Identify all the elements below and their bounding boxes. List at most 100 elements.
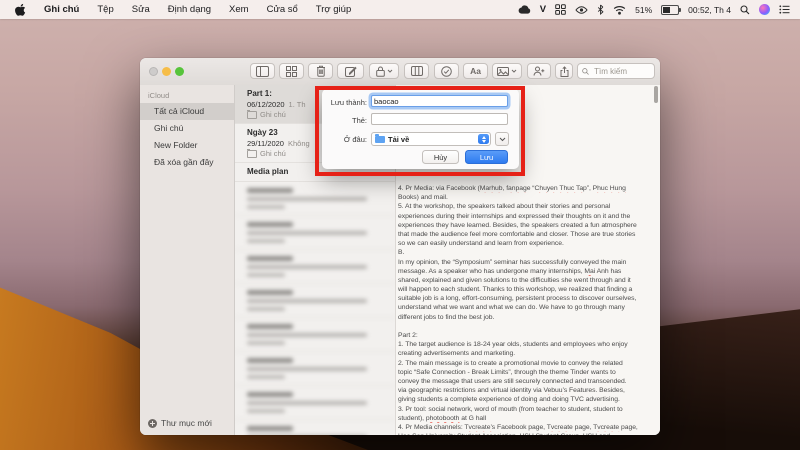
add-person-icon [533,66,545,76]
gallery-view-button[interactable] [279,63,304,79]
note-list-item-blurred[interactable] [235,250,395,284]
note-text-line: that made the audience feel more comfort… [398,230,656,239]
menu-item-4[interactable]: Xem [220,4,258,15]
media-button[interactable] [492,63,522,79]
note-text-line [398,322,656,331]
sidebar-item-1[interactable]: Ghi chú [140,120,234,137]
note-date: 29/11/2020 [247,139,284,148]
notification-center-icon[interactable] [779,5,790,14]
redacted-text [247,409,285,413]
note-text-line: 4. Pr Media channels: Tvcreate’s Faceboo… [398,423,656,432]
spotlight-icon[interactable] [740,5,750,15]
save-button[interactable]: Lưu [465,150,508,164]
trash-icon [316,65,326,77]
note-list-item-blurred[interactable] [235,318,395,352]
chevron-down-icon [387,69,393,73]
sync-cloud-icon[interactable] [518,5,531,14]
scrollbar-thumb[interactable] [654,86,658,103]
grid-icon [286,66,297,77]
bluetooth-icon[interactable] [597,4,604,15]
redacted-text [247,231,367,235]
redacted-text [247,367,367,371]
menu-items: Ghi chúTệpSửaĐịnh dạngXemCửa sổTrợ giúp [35,4,360,15]
plus-icon [148,419,157,428]
note-text-line: understand what we want and what we can … [398,303,656,312]
battery-icon[interactable] [661,5,679,15]
downloads-folder-icon [375,136,385,143]
search-input[interactable] [592,66,650,77]
lock-note-button[interactable] [369,63,399,79]
sidebar-item-2[interactable]: New Folder [140,137,234,154]
note-text-line: so we can easily understand and learn fr… [398,239,656,248]
note-text-line: 5. At the workshop, the speakers talked … [398,202,656,211]
note-text-line: creating advertisements and marketing. [398,349,656,358]
menu-item-2[interactable]: Sửa [123,4,159,15]
note-text-line: 1. The target audience is 18-24 year old… [398,340,656,349]
menu-item-6[interactable]: Trợ giúp [307,4,360,15]
note-list-item-blurred[interactable] [235,284,395,318]
note-folder-label: Ghi chú [260,110,286,119]
grid-status-icon[interactable] [555,4,566,15]
new-folder-label: Thư mục mới [161,418,212,428]
redacted-text [247,265,367,269]
new-note-button[interactable] [337,63,364,79]
menu-item-1[interactable]: Tệp [88,4,122,15]
note-preview: 1. Th [289,100,306,109]
share-icon [560,66,569,77]
where-dropdown[interactable]: Tải về [371,132,491,146]
flagged-word: Phuc Hung [593,185,626,192]
redacted-text [247,375,285,379]
where-label: Ở đâu: [323,135,367,144]
share-button[interactable] [555,63,573,79]
note-list-item-blurred[interactable] [235,352,395,386]
new-folder-button[interactable]: Thư mục mới [148,418,212,428]
note-text-line: 2. The main message is to create a promo… [398,359,656,368]
minimize-button[interactable] [162,67,171,76]
menu-clock[interactable]: 00:52, Th 4 [688,5,731,15]
flagged-word: Tvcreate’s [464,424,495,431]
flagged-word: Chuyen Thuc Tap [535,185,587,192]
toggle-sidebar-button[interactable] [250,63,275,79]
flagged-word: photobooth [426,415,460,422]
wifi-icon[interactable] [613,5,626,15]
expand-dialog-button[interactable] [495,132,509,146]
redacted-text [247,341,285,345]
note-list-item-blurred[interactable] [235,216,395,250]
format-text-button[interactable]: Aa [463,63,488,79]
menu-item-3[interactable]: Định dạng [159,4,220,15]
menu-bar: Ghi chúTệpSửaĐịnh dạngXemCửa sổTrợ giúp … [0,0,800,19]
siri-icon[interactable] [759,4,770,15]
note-text-line: suitable job is a long, effort-consuming… [398,294,656,303]
note-list-item-blurred[interactable] [235,386,395,420]
sidebar-item-0[interactable]: Tất cả iCloud [140,103,234,120]
toolbar: Aa [140,58,660,86]
cancel-button[interactable]: Hủy [422,150,459,164]
zoom-button[interactable] [175,67,184,76]
close-button[interactable] [149,67,158,76]
eye-icon[interactable] [575,6,588,14]
folders-sidebar: iCloud Tất cả iCloudGhi chúNew FolderĐã … [140,85,235,435]
checklist-button[interactable] [434,63,459,79]
menu-item-0[interactable]: Ghi chú [35,4,88,15]
redacted-text [247,256,293,261]
v-status-item[interactable]: V [540,4,546,15]
note-text-line: experiences during their internships and… [398,212,656,221]
collaborate-button[interactable] [527,63,551,79]
note-text-line: 4. Pr Media: via Facebook (Marhub, fanpa… [398,184,656,193]
sidebar-item-3[interactable]: Đã xóa gần đây [140,154,234,171]
sidebar-list: Tất cả iCloudGhi chúNew FolderĐã xóa gần… [140,103,234,171]
note-list-item-blurred[interactable] [235,420,395,435]
apple-menu-icon[interactable] [6,3,35,16]
note-list-item-blurred[interactable] [235,182,395,216]
save-as-input[interactable] [371,95,508,107]
tags-input[interactable] [371,113,508,125]
menu-item-5[interactable]: Cửa sổ [258,4,307,15]
flagged-word: Mai [584,268,595,275]
table-button[interactable] [404,63,429,79]
flagged-word: Marhub [480,185,503,192]
redacted-text [247,401,367,405]
note-text-line: shared, explained and given solutions to… [398,276,656,285]
delete-note-button[interactable] [308,63,333,79]
sidebar-icon [256,66,269,77]
note-text-line: via geographic restrictions and virtual … [398,386,656,395]
